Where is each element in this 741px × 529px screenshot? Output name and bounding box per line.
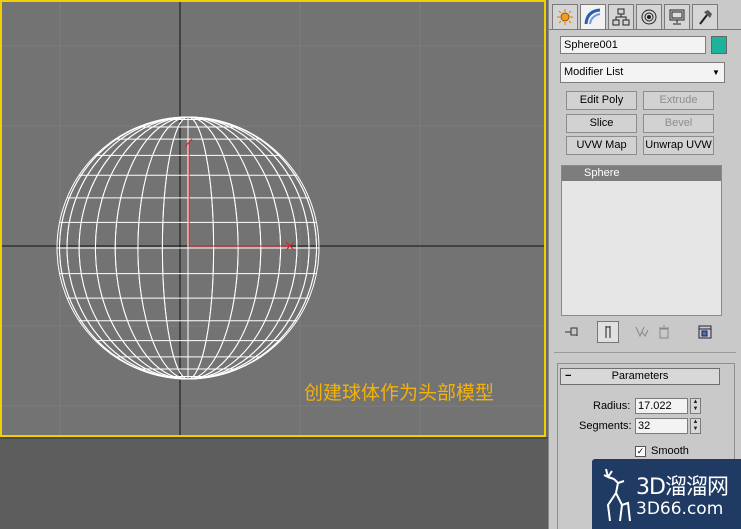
- modify-tab-icon[interactable]: [580, 4, 606, 30]
- viewport-grid: [2, 2, 544, 435]
- smooth-checkbox[interactable]: ✓: [635, 446, 646, 457]
- collapse-minus-icon: −: [565, 370, 572, 382]
- stack-toolbar: [561, 321, 731, 345]
- command-panel: Sphere001 Modifier List ▼ Edit Poly Extr…: [548, 0, 741, 529]
- extrude-button[interactable]: Extrude: [643, 91, 714, 110]
- radius-label: Radius:: [593, 400, 631, 412]
- pin-stack-icon[interactable]: [561, 321, 583, 343]
- smooth-label: Smooth: [651, 445, 689, 457]
- deer-logo-icon: [603, 468, 631, 522]
- radius-input[interactable]: 17.022: [635, 398, 688, 414]
- bevel-button[interactable]: Bevel: [643, 114, 714, 133]
- sphere-wireframe: [56, 116, 320, 380]
- watermark-url: 3D66.com: [636, 499, 724, 519]
- segments-label: Segments:: [579, 420, 632, 432]
- show-end-result-icon[interactable]: [597, 321, 619, 343]
- stack-item-sphere[interactable]: Sphere: [562, 166, 721, 181]
- parameters-rollout-header[interactable]: − Parameters: [560, 368, 720, 385]
- parameters-title: Parameters: [611, 370, 669, 382]
- segments-spinner[interactable]: ▲ ▼: [690, 418, 701, 434]
- create-tab-icon[interactable]: [552, 4, 578, 30]
- motion-tab-icon[interactable]: [636, 4, 662, 30]
- segments-input[interactable]: 32: [635, 418, 688, 434]
- dropdown-arrow-icon: ▼: [709, 64, 723, 81]
- edit-poly-button[interactable]: Edit Poly: [566, 91, 637, 110]
- viewport-canvas: [2, 2, 544, 435]
- utilities-tab-icon[interactable]: [692, 4, 718, 30]
- display-tab-icon[interactable]: [664, 4, 690, 30]
- uvw-map-button[interactable]: UVW Map: [566, 136, 637, 155]
- modifier-stack[interactable]: Sphere: [561, 165, 722, 316]
- remove-modifier-icon[interactable]: [653, 321, 675, 343]
- configure-modifier-sets-icon[interactable]: [694, 321, 716, 343]
- command-panel-tabs: [552, 4, 718, 30]
- make-unique-icon[interactable]: [631, 321, 653, 343]
- perspective-viewport[interactable]: 创建球体作为头部模型: [0, 0, 546, 437]
- hierarchy-tab-icon[interactable]: [608, 4, 634, 30]
- unwrap-uvw-button[interactable]: Unwrap UVW: [643, 136, 714, 155]
- site-watermark: 3D溜溜网 3D66.com: [592, 459, 741, 529]
- slice-button[interactable]: Slice: [566, 114, 637, 133]
- viewport-caption: 创建球体作为头部模型: [304, 382, 495, 404]
- timeline-area: [0, 437, 548, 529]
- modifier-list-dropdown[interactable]: Modifier List ▼: [560, 62, 725, 83]
- object-name-field[interactable]: Sphere001: [560, 36, 706, 54]
- modifier-list-label: Modifier List: [564, 66, 624, 78]
- object-color-swatch[interactable]: [711, 36, 727, 54]
- radius-spinner[interactable]: ▲ ▼: [690, 398, 701, 414]
- watermark-site-name: 3D溜溜网: [636, 475, 729, 500]
